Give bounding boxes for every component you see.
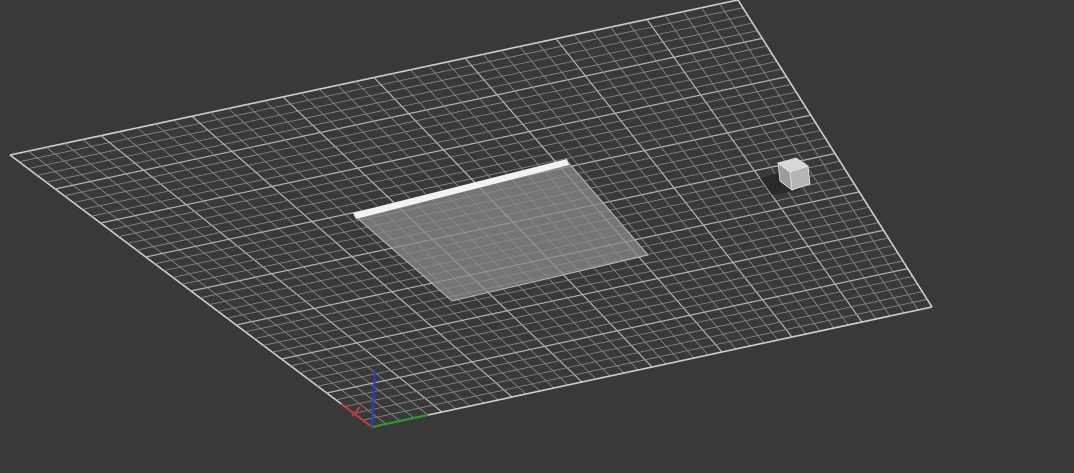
grid-line [353,291,923,414]
axis-x-line[interactable] [340,403,373,428]
grid-line [719,3,919,311]
grid-line [701,7,905,314]
plane-surface[interactable] [353,161,649,302]
scene-objects[interactable] [353,157,811,302]
grid-line [371,306,933,428]
3d-viewport[interactable] [0,0,1074,473]
grid-line [362,298,928,421]
grid-line [344,283,918,407]
scene-svg[interactable] [0,0,1074,473]
